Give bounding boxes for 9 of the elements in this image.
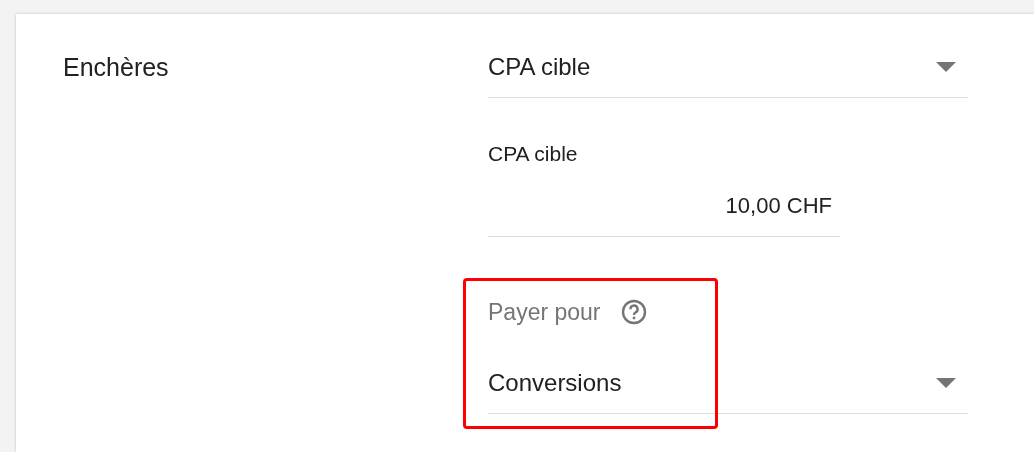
field-label: CPA cible <box>488 141 578 167</box>
strategy-dropdown[interactable]: CPA cible <box>488 36 968 98</box>
section-label: Enchères <box>63 52 170 83</box>
cpa-input-field[interactable]: 10,00 CHF <box>488 175 840 237</box>
caret-icon <box>936 377 956 388</box>
field-label: Payer pour <box>488 298 601 326</box>
caret-icon <box>936 61 956 72</box>
pay-for-dropdown[interactable]: Conversions <box>488 352 968 414</box>
help-icon[interactable] <box>620 299 647 325</box>
